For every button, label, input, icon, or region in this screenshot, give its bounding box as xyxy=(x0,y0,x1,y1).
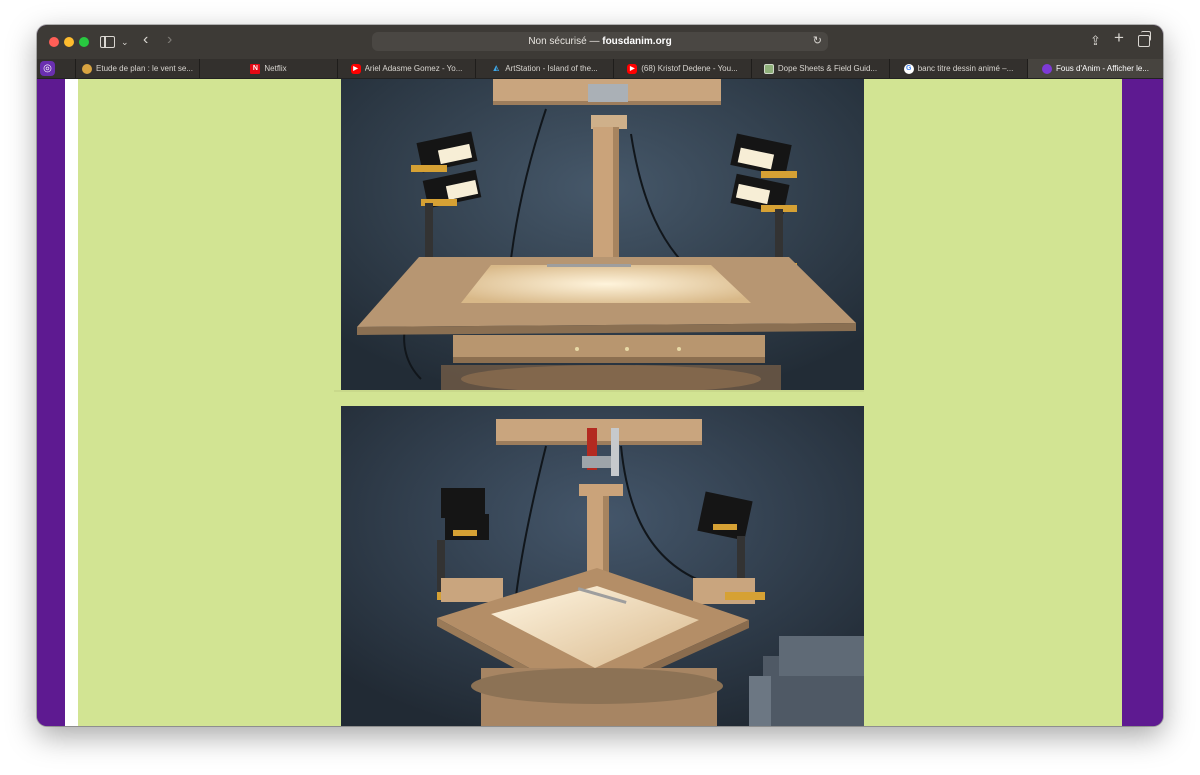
address-host: fousdanim.org xyxy=(602,36,672,47)
tab-label: banc titre dessin animé –... xyxy=(917,64,1014,73)
address-bar[interactable]: Non sécurisé — fousdanim.org ↻ xyxy=(372,32,828,51)
share-icon[interactable]: ⇪ xyxy=(1090,34,1101,48)
animation-stand-photo-2 xyxy=(341,406,864,726)
tab-artstation[interactable]: ◭ ArtStation - Island of the... xyxy=(475,59,613,78)
web-page xyxy=(37,79,1163,726)
tab-kristof-dedene[interactable]: (68) Kristof Dedene - You... xyxy=(613,59,751,78)
tab-bar: ◎ Etude de plan : le vent se... N Netfli… xyxy=(37,59,1163,79)
google-favicon: G xyxy=(903,63,914,74)
tab-overview-icon[interactable] xyxy=(1138,31,1151,47)
browser-toolbar: ⌄ ‹ › Non sécurisé — fousdanim.org ↻ ⇪ + xyxy=(37,25,1163,59)
youtube-favicon xyxy=(350,63,361,74)
tab-fous-danim[interactable]: Fous d'Anim - Afficher le... xyxy=(1027,59,1163,78)
tab-netflix[interactable]: N Netflix xyxy=(199,59,337,78)
tab-dope-sheets[interactable]: Dope Sheets & Field Guid... xyxy=(751,59,889,78)
artstation-favicon: ◭ xyxy=(493,64,499,72)
tab-label: Etude de plan : le vent se... xyxy=(96,64,193,73)
close-window-button[interactable] xyxy=(49,37,59,47)
tab-label: Ariel Adasme Gomez - Yo... xyxy=(364,64,463,73)
maximize-window-button[interactable] xyxy=(79,37,89,47)
tab-ariel-adasme[interactable]: Ariel Adasme Gomez - Yo... xyxy=(337,59,475,78)
youtube-favicon xyxy=(627,63,638,74)
animation-stand-photo-1 xyxy=(341,79,864,390)
forward-button[interactable]: › xyxy=(167,32,172,48)
photo-separator xyxy=(334,390,864,392)
chevron-down-icon[interactable]: ⌄ xyxy=(121,35,129,49)
netflix-favicon: N xyxy=(250,63,261,74)
tab-label: Dope Sheets & Field Guid... xyxy=(777,64,878,73)
tab-label: (68) Kristof Dedene - You... xyxy=(641,64,738,73)
reload-icon[interactable]: ↻ xyxy=(813,32,822,51)
pinned-tab-fous-danim[interactable]: ◎ xyxy=(40,61,55,76)
minimize-window-button[interactable] xyxy=(64,37,74,47)
dope-sheets-favicon xyxy=(763,63,774,74)
tab-label: Fous d'Anim - Afficher le... xyxy=(1056,64,1149,73)
tab-banc-titre[interactable]: G banc titre dessin animé –... xyxy=(889,59,1027,78)
tab-label: ArtStation - Island of the... xyxy=(505,64,598,73)
etude-favicon xyxy=(82,63,93,74)
browser-window: ⌄ ‹ › Non sécurisé — fousdanim.org ↻ ⇪ +… xyxy=(37,25,1163,726)
new-tab-icon[interactable]: + xyxy=(1114,29,1124,46)
security-label: Non sécurisé — xyxy=(528,36,603,47)
sidebar-toggle-icon[interactable] xyxy=(100,36,115,48)
back-button[interactable]: ‹ xyxy=(143,32,148,48)
tab-etude-de-plan[interactable]: Etude de plan : le vent se... xyxy=(75,59,199,78)
tab-label: Netflix xyxy=(264,64,287,73)
fous-danim-favicon xyxy=(1042,63,1052,74)
